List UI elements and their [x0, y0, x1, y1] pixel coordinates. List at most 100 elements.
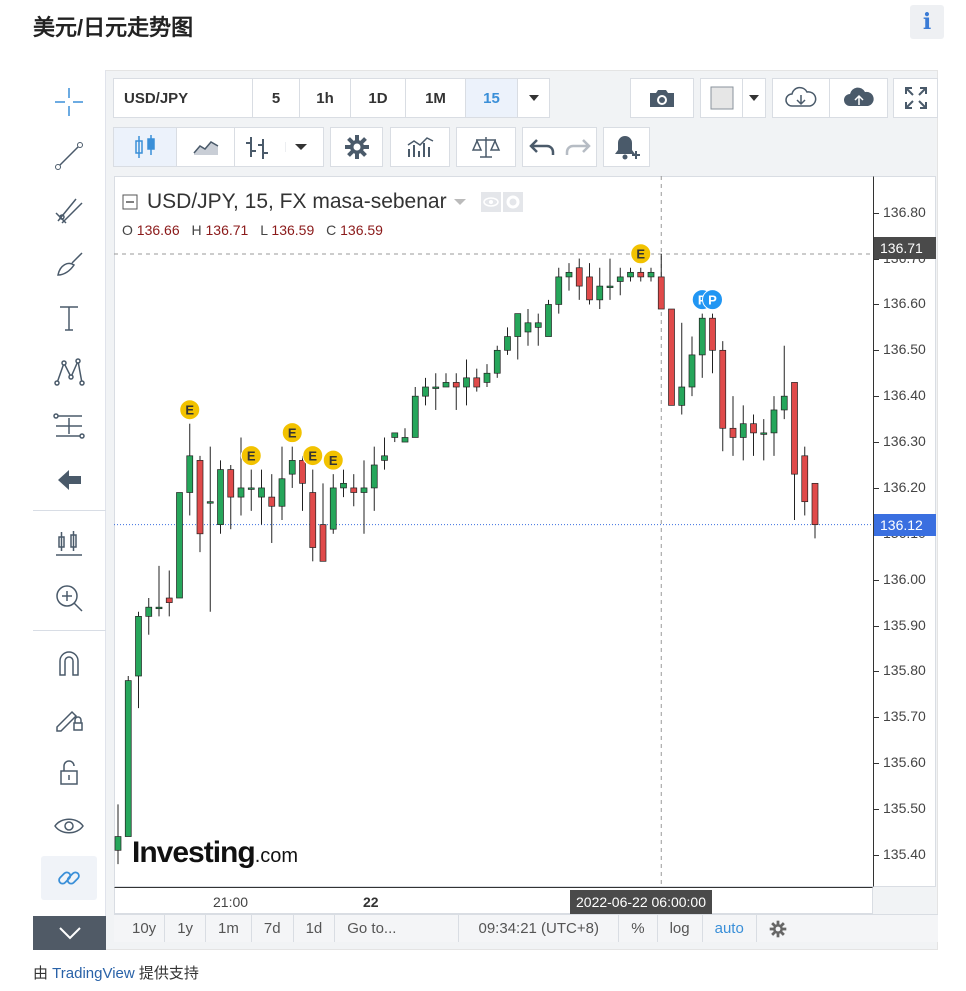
lock-drawing-icon[interactable]: [41, 696, 97, 740]
caret-down-icon[interactable]: [453, 197, 467, 207]
arrow-left-icon[interactable]: [41, 458, 97, 502]
eye-icon[interactable]: [480, 192, 501, 212]
undo-icon[interactable]: [528, 137, 557, 157]
range-7d[interactable]: 7d: [252, 915, 294, 942]
range-1y[interactable]: 1y: [165, 915, 207, 942]
time-tick: 21:00: [213, 894, 249, 910]
price-tick-label: 135.60: [883, 754, 926, 771]
alert-button[interactable]: [603, 127, 650, 167]
eye-icon[interactable]: [41, 804, 97, 848]
unlock-icon[interactable]: [41, 750, 97, 794]
candle: [442, 373, 450, 388]
tradingview-link[interactable]: TradingView: [52, 965, 135, 982]
symbol-input[interactable]: USD/JPY: [114, 79, 253, 117]
percent-toggle[interactable]: %: [619, 915, 658, 942]
price-tick-label: 135.80: [883, 662, 926, 679]
crosshair-time-label: 2022-06-22 06:00:00: [570, 890, 712, 914]
pattern-icon[interactable]: [41, 350, 97, 394]
interval-5[interactable]: 5: [253, 79, 300, 117]
measure-icon[interactable]: [41, 404, 97, 448]
candle: [452, 373, 460, 410]
interval-1m[interactable]: 1M: [406, 79, 466, 117]
text-tool-icon[interactable]: [41, 296, 97, 340]
trend-line-icon[interactable]: [41, 134, 97, 178]
area-style-button[interactable]: [176, 127, 235, 167]
long-position-icon[interactable]: [41, 522, 97, 566]
area-chart-icon: [192, 141, 218, 155]
symbol-interval-bar: USD/JPY 5 1h 1D 1M 15: [113, 78, 550, 118]
fib-tool-icon[interactable]: [41, 188, 97, 232]
candle: [534, 313, 542, 346]
indicators-dropdown[interactable]: [234, 127, 324, 167]
candle: [575, 258, 583, 300]
candles-style-button[interactable]: [113, 127, 177, 167]
candle: [524, 309, 532, 346]
high-value: 136.71: [205, 222, 249, 238]
series-legend: USD/JPY, 15, FX masa-sebenar: [122, 190, 523, 214]
price-tick-mark: [874, 396, 879, 398]
candle: [606, 258, 614, 300]
goto-button[interactable]: Go to...: [335, 915, 460, 942]
studies-button[interactable]: [390, 127, 450, 167]
scale-settings-button[interactable]: [757, 915, 799, 942]
earnings-marker[interactable]: E: [240, 445, 262, 467]
log-toggle[interactable]: log: [658, 915, 703, 942]
zoom-in-icon[interactable]: [41, 576, 97, 620]
candle: [329, 474, 337, 534]
interval-dropdown[interactable]: [518, 79, 549, 117]
earnings-marker[interactable]: E: [281, 422, 303, 444]
crosshair-icon[interactable]: [41, 80, 97, 124]
bottom-toolbar: 10y 1y 1m 7d 1d Go to... 09:34:21 (UTC+8…: [114, 914, 938, 942]
cloud-download-icon[interactable]: [773, 79, 830, 117]
range-10y[interactable]: 10y: [114, 915, 166, 942]
candle: [698, 313, 706, 378]
fullscreen-icon: [894, 79, 937, 117]
collapse-legend-icon[interactable]: [122, 194, 138, 210]
auto-toggle[interactable]: auto: [703, 915, 757, 942]
interval-1d[interactable]: 1D: [351, 79, 406, 117]
candle: [206, 446, 214, 612]
brush-icon[interactable]: [41, 242, 97, 286]
candle: [360, 460, 368, 534]
candle: [432, 373, 440, 410]
candle: [217, 460, 224, 534]
earnings-marker[interactable]: E: [630, 243, 652, 265]
footer-prefix: 由: [33, 965, 53, 982]
magnet-icon[interactable]: [41, 642, 97, 686]
candle: [411, 387, 419, 438]
candle: [627, 267, 634, 282]
range-1m[interactable]: 1m: [206, 915, 252, 942]
logo-main: Investing: [132, 836, 256, 869]
interval-1h[interactable]: 1h: [300, 79, 351, 117]
earnings-marker[interactable]: E: [302, 445, 324, 467]
snapshot-button[interactable]: [630, 78, 694, 118]
cloud-upload-icon[interactable]: [830, 79, 887, 117]
collapse-toolbar-button[interactable]: [33, 916, 106, 950]
candle: [514, 313, 522, 360]
candle: [739, 405, 747, 461]
earnings-marker[interactable]: E: [179, 399, 201, 421]
fullscreen-button[interactable]: [893, 78, 938, 118]
link-icon[interactable]: [41, 856, 97, 900]
time-axis[interactable]: 21:00 22: [114, 887, 873, 914]
price-tick-mark: [874, 487, 879, 489]
compare-button[interactable]: [456, 127, 516, 167]
dividend-marker[interactable]: P: [702, 289, 723, 311]
interval-15[interactable]: 15: [466, 79, 518, 117]
price-tick-mark: [874, 350, 879, 352]
settings-button[interactable]: [330, 127, 383, 167]
price-tick-mark: [874, 442, 879, 444]
redo-icon[interactable]: [563, 137, 591, 157]
candle: [780, 345, 788, 420]
range-1d[interactable]: 1d: [294, 915, 336, 942]
clock-timezone[interactable]: 09:34:21 (UTC+8): [459, 915, 620, 942]
info-icon[interactable]: i: [910, 5, 944, 39]
price-tick-label: 135.50: [883, 800, 926, 817]
candle: [678, 322, 686, 415]
gear-icon[interactable]: [502, 192, 523, 212]
candlestick-chart[interactable]: EEEEEEPP: [114, 176, 873, 887]
candle: [135, 611, 142, 709]
earnings-marker[interactable]: E: [322, 449, 344, 471]
candle: [647, 267, 655, 282]
chart-style-dropdown[interactable]: [700, 78, 766, 118]
